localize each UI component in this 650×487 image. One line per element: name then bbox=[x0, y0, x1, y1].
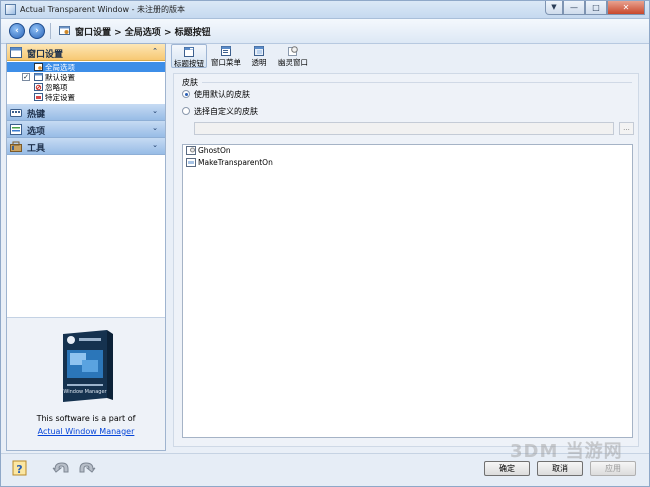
watermark: 3DM 当游网 bbox=[510, 441, 623, 462]
tab-label: 标题按钮 bbox=[174, 59, 204, 68]
tab-transparency[interactable]: 透明 bbox=[245, 44, 273, 68]
sidebar: 窗口设置 ⌃ 全局选项 ✓ 默认设置 忽略项 特定设置 热键 ⌄ 选项 ⌄ 工具… bbox=[6, 43, 166, 451]
default-skin-label: 使用默认的皮肤 bbox=[194, 90, 250, 99]
custom-skin-radio[interactable] bbox=[182, 107, 190, 115]
default-settings-icon bbox=[34, 73, 43, 81]
cancel-button[interactable]: 取消 bbox=[537, 461, 583, 476]
window-settings-icon bbox=[10, 47, 22, 58]
tab-title-buttons[interactable]: 标题按钮 bbox=[171, 44, 207, 68]
close-button[interactable]: ✕ bbox=[607, 1, 645, 15]
window-menu-icon bbox=[221, 46, 231, 56]
chevron-down-icon[interactable]: ⌄ bbox=[152, 124, 158, 132]
sidebar-item-label: 特定设置 bbox=[45, 93, 75, 102]
sidebar-section-hotkeys[interactable]: 热键 ⌄ bbox=[7, 104, 165, 121]
forward-button[interactable]: › bbox=[29, 23, 45, 39]
skin-panel: 皮肤 使用默认的皮肤 选择自定义的皮肤 ... GhostOn MakeTran… bbox=[173, 73, 639, 447]
specific-settings-icon bbox=[34, 93, 43, 101]
title-bar: Actual Transparent Window - 未注册的版本 ▼ — □… bbox=[1, 1, 649, 19]
section-label: 窗口设置 bbox=[27, 50, 64, 60]
global-options-icon bbox=[34, 63, 43, 71]
title-buttons-icon bbox=[184, 47, 194, 57]
list-item[interactable]: MakeTransparentOn bbox=[183, 157, 632, 169]
section-label: 选项 bbox=[27, 127, 46, 137]
tab-window-menu[interactable]: 窗口菜单 bbox=[208, 44, 244, 68]
default-skin-option[interactable]: 使用默认的皮肤 bbox=[182, 89, 302, 101]
skin-path-input[interactable] bbox=[194, 122, 614, 135]
tools-icon bbox=[10, 141, 22, 152]
browse-button[interactable]: ... bbox=[619, 122, 634, 135]
back-button[interactable]: ‹ bbox=[9, 23, 25, 39]
chevron-down-icon[interactable]: ⌄ bbox=[152, 141, 158, 149]
actual-window-manager-link[interactable]: Actual Window Manager bbox=[7, 427, 165, 436]
options-icon bbox=[10, 124, 22, 135]
app-icon bbox=[5, 4, 16, 15]
sidebar-item-exclusions[interactable]: 忽略项 bbox=[7, 82, 165, 92]
section-label: 工具 bbox=[27, 144, 46, 154]
separator bbox=[50, 23, 51, 39]
skin-group-label: 皮肤 bbox=[182, 78, 198, 87]
sidebar-items: 全局选项 ✓ 默认设置 忽略项 特定设置 bbox=[7, 61, 165, 104]
section-label: 热键 bbox=[27, 110, 46, 120]
maximize-button[interactable]: □ bbox=[585, 1, 607, 15]
app-window: Actual Transparent Window - 未注册的版本 ▼ — □… bbox=[0, 0, 650, 487]
sidebar-item-global-options[interactable]: 全局选项 bbox=[7, 62, 165, 72]
transparency-icon bbox=[254, 46, 264, 56]
help-icon[interactable]: ? bbox=[12, 459, 30, 477]
tab-bar: 标题按钮 窗口菜单 透明 幽灵窗口 bbox=[170, 43, 645, 69]
main-panel: 标题按钮 窗口菜单 透明 幽灵窗口 皮肤 使用默认的皮肤 选择自定义的皮肤 ..… bbox=[170, 43, 645, 451]
exclusions-icon bbox=[34, 83, 43, 91]
svg-text:Window Manager: Window Manager bbox=[63, 389, 107, 395]
caption-buttons: ▼ — □ ✕ bbox=[545, 1, 645, 16]
forward-arrow-icon: › bbox=[35, 26, 39, 36]
sidebar-section-options[interactable]: 选项 ⌄ bbox=[7, 121, 165, 138]
tab-label: 窗口菜单 bbox=[211, 58, 241, 67]
chevron-up-icon[interactable]: ⌃ bbox=[152, 47, 158, 55]
back-arrow-icon: ‹ bbox=[15, 26, 19, 36]
custom-skin-label: 选择自定义的皮肤 bbox=[194, 107, 258, 116]
ghost-window-icon bbox=[288, 46, 298, 56]
promo-panel: Window Manager This software is a part o… bbox=[7, 317, 165, 450]
hotkeys-icon bbox=[10, 109, 22, 117]
skin-list[interactable]: GhostOn MakeTransparentOn bbox=[182, 144, 633, 438]
sidebar-item-specific-settings[interactable]: 特定设置 bbox=[7, 92, 165, 102]
undo-icon[interactable] bbox=[52, 460, 70, 474]
skin-icon bbox=[186, 158, 196, 167]
sidebar-section-window-settings[interactable]: 窗口设置 ⌃ bbox=[7, 44, 165, 61]
apply-button[interactable]: 应用 bbox=[590, 461, 636, 476]
promo-text: This software is a part of bbox=[36, 414, 136, 423]
extra-menu-button[interactable]: ▼ bbox=[545, 1, 563, 15]
ok-button[interactable]: 确定 bbox=[484, 461, 530, 476]
skin-icon bbox=[186, 146, 196, 155]
default-settings-checkbox[interactable]: ✓ bbox=[22, 73, 30, 81]
sidebar-section-tools[interactable]: 工具 ⌄ bbox=[7, 138, 165, 155]
custom-skin-option[interactable]: 选择自定义的皮肤 bbox=[182, 106, 302, 118]
skin-item-label: GhostOn bbox=[198, 146, 231, 155]
address-bar: ‹ › 窗口设置 > 全局选项 > 标题按钮 bbox=[1, 19, 649, 44]
default-skin-radio[interactable] bbox=[182, 90, 190, 98]
sidebar-item-default-settings[interactable]: ✓ 默认设置 bbox=[7, 72, 165, 82]
window-title: Actual Transparent Window - 未注册的版本 bbox=[20, 5, 186, 14]
product-box-image[interactable]: Window Manager bbox=[55, 328, 115, 406]
chevron-down-icon[interactable]: ⌄ bbox=[152, 107, 158, 115]
group-divider bbox=[202, 82, 632, 83]
breadcrumb: 窗口设置 > 全局选项 > 标题按钮 bbox=[75, 28, 211, 38]
tab-label: 幽灵窗口 bbox=[278, 58, 308, 67]
svg-text:?: ? bbox=[16, 463, 22, 476]
minimize-button[interactable]: — bbox=[563, 1, 585, 15]
tab-ghost-window[interactable]: 幽灵窗口 bbox=[274, 44, 312, 68]
tab-label: 透明 bbox=[251, 58, 267, 67]
redo-icon[interactable] bbox=[78, 460, 96, 474]
list-item[interactable]: GhostOn bbox=[183, 145, 632, 157]
window-settings-icon bbox=[59, 26, 70, 35]
skin-item-label: MakeTransparentOn bbox=[198, 158, 273, 167]
